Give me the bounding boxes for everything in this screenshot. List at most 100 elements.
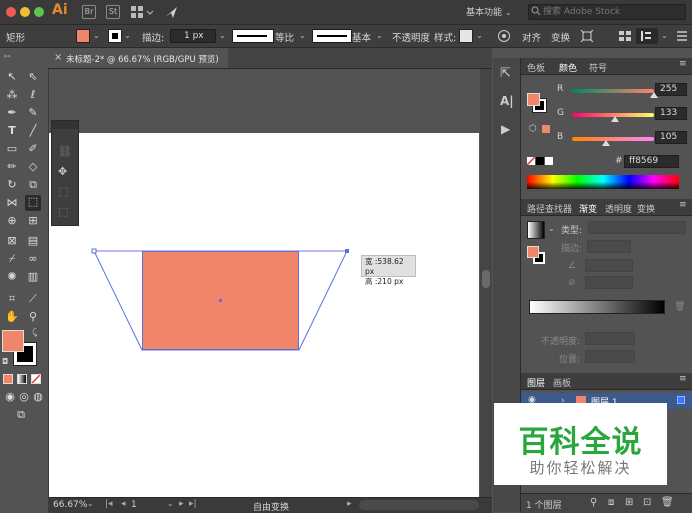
new-sublayer-icon[interactable]: ⊞: [625, 497, 633, 508]
artboard-number[interactable]: 1: [131, 500, 137, 510]
scrollbar-thumb[interactable]: [482, 270, 490, 288]
red-slider[interactable]: [572, 89, 654, 93]
lasso-tool-icon[interactable]: ℓ: [26, 88, 40, 102]
eyedropper-tool-icon[interactable]: ⌿: [5, 252, 19, 266]
stroke-swatch[interactable]: [108, 29, 122, 43]
brush-definition[interactable]: [312, 29, 352, 43]
blue-value-field[interactable]: 105: [655, 131, 687, 144]
screen-mode-icon[interactable]: ⧉: [14, 408, 28, 422]
panel-menu-icon[interactable]: ≡: [679, 200, 687, 210]
slice-tool-icon[interactable]: ⟋: [26, 292, 40, 306]
mesh-tool-icon[interactable]: ⊠: [5, 234, 19, 248]
color-fill-box-front[interactable]: [527, 93, 540, 106]
close-tab-icon[interactable]: ×: [54, 52, 62, 63]
gamut-swatch[interactable]: [542, 125, 550, 133]
aspect-ratio-field[interactable]: [585, 276, 633, 289]
widget-grip[interactable]: [52, 121, 78, 129]
new-layer-icon[interactable]: ⊡: [643, 497, 651, 508]
color-mode-icon[interactable]: [3, 374, 13, 384]
layer-target-indicator[interactable]: [677, 396, 685, 404]
stock-search-input[interactable]: 搜索 Adobe Stock: [528, 4, 686, 20]
chevron-down-icon[interactable]: ⌄: [124, 31, 131, 40]
gradient-tool-icon[interactable]: ▤: [26, 234, 40, 248]
export-icon[interactable]: ⇱: [500, 66, 511, 81]
isolate-object-icon[interactable]: [580, 29, 594, 46]
tab-transparency[interactable]: 透明度: [605, 202, 632, 215]
paintbrush-tool-icon[interactable]: ✐: [26, 142, 40, 156]
arrange-icon[interactable]: [618, 29, 632, 46]
opacity-link[interactable]: 不透明度: [392, 30, 430, 44]
symbol-sprayer-tool-icon[interactable]: ✺: [5, 270, 19, 284]
blend-tool-icon[interactable]: ∞: [26, 252, 40, 266]
tab-color[interactable]: 颜色: [559, 61, 577, 74]
transform-link[interactable]: 变换: [551, 30, 570, 44]
recolor-artwork-icon[interactable]: [497, 29, 511, 46]
tab-artboards[interactable]: 画板: [553, 376, 571, 389]
clipping-mask-icon[interactable]: ⧈: [608, 497, 614, 508]
chevron-down-icon[interactable]: ⌄: [376, 31, 383, 40]
eraser-tool-icon[interactable]: ◇: [26, 160, 40, 174]
none-color-swatch[interactable]: [527, 157, 535, 165]
free-transform-tool-icon[interactable]: ⬚: [25, 195, 41, 211]
zoom-tool-icon[interactable]: ⚲: [26, 310, 40, 324]
scale-tool-icon[interactable]: ⧉: [26, 178, 40, 192]
gradient-position-field[interactable]: [585, 350, 635, 363]
blue-slider-thumb[interactable]: [601, 140, 610, 146]
red-value-field[interactable]: 255: [655, 83, 687, 96]
default-fill-stroke-icon[interactable]: ◘: [2, 357, 8, 366]
chevron-down-icon[interactable]: ⌄: [548, 224, 555, 233]
gradient-slider[interactable]: [529, 300, 665, 314]
out-of-gamut-icon[interactable]: ⬡: [529, 124, 537, 134]
blue-slider[interactable]: [572, 137, 654, 141]
delete-stop-icon[interactable]: 🗑: [674, 302, 685, 312]
panel-menu-icon[interactable]: ≡: [679, 59, 687, 69]
zoom-window-button[interactable]: [34, 7, 44, 17]
curvature-tool-icon[interactable]: ✎: [26, 106, 40, 120]
character-panel-icon[interactable]: A|: [500, 94, 514, 108]
chevron-down-icon[interactable]: ⌄: [87, 499, 94, 508]
chevron-down-icon[interactable]: ⌄: [93, 31, 100, 40]
draw-behind-icon[interactable]: ◎: [17, 390, 31, 404]
rectangle-tool-icon[interactable]: ▭: [5, 142, 19, 156]
panel-options-button[interactable]: [636, 28, 658, 44]
white-swatch[interactable]: [545, 157, 553, 165]
tab-swatches[interactable]: 色板: [527, 61, 545, 74]
draw-normal-icon[interactable]: ◉: [3, 390, 17, 404]
selection-tool-icon[interactable]: ↖: [5, 70, 19, 84]
gpu-performance-icon[interactable]: [163, 4, 179, 23]
column-graph-tool-icon[interactable]: ▥: [26, 270, 40, 284]
rotate-tool-icon[interactable]: ↻: [5, 178, 19, 192]
green-slider-thumb[interactable]: [610, 116, 619, 122]
next-icon[interactable]: ▸: [179, 499, 184, 509]
tab-gradient[interactable]: 渐变: [579, 202, 597, 215]
chevron-down-icon[interactable]: ⌄: [299, 31, 306, 40]
delete-layer-icon[interactable]: 🗑: [661, 497, 674, 508]
bridge-icon[interactable]: Br: [82, 5, 96, 19]
type-tool-icon[interactable]: T: [5, 124, 19, 138]
arrange-documents-icon[interactable]: [130, 4, 154, 23]
stroke-weight-field[interactable]: 1 px: [170, 29, 216, 43]
tab-symbols[interactable]: 符号: [589, 61, 607, 74]
collapse-panel-icon[interactable]: ▸▸: [4, 52, 44, 60]
magic-wand-tool-icon[interactable]: ⁂: [5, 88, 19, 102]
next-artboard-icon[interactable]: ▸|: [189, 499, 197, 509]
draw-inside-icon[interactable]: ◍: [31, 390, 45, 404]
black-swatch[interactable]: [536, 157, 544, 165]
chevron-down-icon[interactable]: ⌄: [219, 31, 226, 40]
previous-icon[interactable]: ◂: [121, 499, 126, 509]
chevron-down-icon[interactable]: ⌄: [661, 31, 668, 40]
chevron-down-icon[interactable]: ⌄: [476, 31, 483, 40]
gradient-type-select[interactable]: [588, 221, 686, 234]
fill-color-box-front[interactable]: [2, 330, 24, 352]
graphic-style-swatch[interactable]: [459, 29, 473, 43]
artboard-tool-icon[interactable]: ⌗: [5, 292, 19, 306]
none-mode-icon[interactable]: [31, 374, 41, 384]
actions-play-icon[interactable]: ▶: [501, 122, 510, 136]
tab-transform[interactable]: 变换: [637, 202, 655, 215]
green-value-field[interactable]: 133: [655, 107, 687, 120]
line-tool-icon[interactable]: ╱: [26, 124, 40, 138]
gradient-mode-icon[interactable]: [17, 374, 27, 384]
gradient-fill-box-front[interactable]: [527, 246, 539, 258]
width-tool-icon[interactable]: ⋈: [5, 196, 19, 210]
free-transform-mode-icon[interactable]: ✥: [58, 165, 67, 178]
